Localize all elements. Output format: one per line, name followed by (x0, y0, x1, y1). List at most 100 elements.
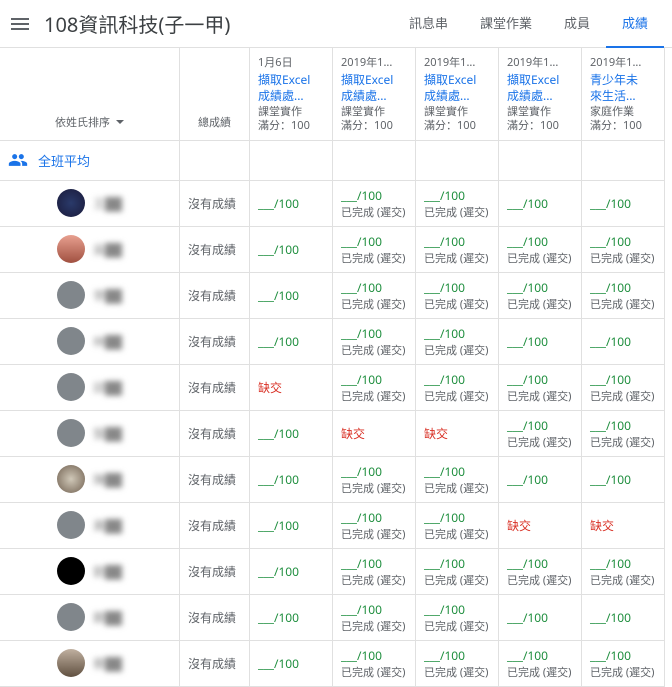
grade-cell[interactable]: ___/100已完成 (遲交) (499, 641, 582, 687)
total-grade-cell[interactable]: 沒有成績 (180, 641, 250, 687)
grade-cell[interactable]: ___/100已完成 (遲交) (333, 181, 416, 227)
tab-成績[interactable]: 成績 (606, 0, 664, 48)
grade-cell[interactable]: ___/100已完成 (遲交) (416, 227, 499, 273)
grade-cell[interactable]: ___/100 (499, 319, 582, 365)
sort-dropdown[interactable]: 依姓氏排序 (55, 114, 124, 130)
assignment-header-0[interactable]: 1月6日擷取Excel成績處...課堂實作滿分：100 (250, 48, 333, 141)
grade-cell[interactable]: ___/100已完成 (遲交) (499, 365, 582, 411)
tab-訊息串[interactable]: 訊息串 (393, 0, 464, 48)
grade-cell[interactable]: ___/100已完成 (遲交) (333, 319, 416, 365)
grade-cell[interactable]: ___/100 (250, 227, 333, 273)
total-grade-cell[interactable]: 沒有成績 (180, 411, 250, 457)
assignment-title[interactable]: 擷取Excel成績處... (424, 72, 490, 103)
student-name-cell[interactable]: 張██ (0, 411, 180, 457)
grade-cell[interactable]: ___/100已完成 (遲交) (333, 549, 416, 595)
tab-成員[interactable]: 成員 (548, 0, 606, 48)
student-name-cell[interactable]: 鄭██ (0, 595, 180, 641)
grade-cell[interactable]: ___/100已完成 (遲交) (333, 503, 416, 549)
student-name-cell[interactable]: 蔡██ (0, 641, 180, 687)
grade-cell[interactable]: ___/100已完成 (遲交) (333, 273, 416, 319)
student-name-cell[interactable]: 邱██ (0, 365, 180, 411)
grade-cell[interactable]: ___/100 (582, 181, 665, 227)
grade-cell[interactable]: ___/100 (250, 273, 333, 319)
grade-cell[interactable]: ___/100已完成 (遲交) (416, 273, 499, 319)
grade-cell[interactable]: ___/100 (250, 641, 333, 687)
grade-cell[interactable]: ___/100已完成 (遲交) (416, 181, 499, 227)
menu-icon[interactable] (8, 12, 32, 36)
student-name-cell[interactable]: 王██ (0, 181, 180, 227)
total-grade-cell[interactable]: 沒有成績 (180, 319, 250, 365)
total-grade-cell[interactable]: 沒有成績 (180, 595, 250, 641)
grade-cell[interactable]: ___/100 (250, 457, 333, 503)
student-name-cell[interactable]: 陳██ (0, 457, 180, 503)
total-grade-cell[interactable]: 沒有成績 (180, 273, 250, 319)
grade-cell[interactable]: ___/100已完成 (遲交) (499, 227, 582, 273)
class-average-cell (250, 141, 333, 181)
grade-cell[interactable]: ___/100 (250, 549, 333, 595)
assignment-max: 滿分：100 (258, 119, 324, 133)
grade-cell[interactable]: ___/100已完成 (遲交) (582, 365, 665, 411)
grade-cell[interactable]: ___/100已完成 (遲交) (416, 457, 499, 503)
assignment-header-4[interactable]: 2019年1...青少年未來生活...家庭作業滿分：100 (582, 48, 665, 141)
assignment-header-2[interactable]: 2019年1...擷取Excel成績處...課堂實作滿分：100 (416, 48, 499, 141)
grade-cell[interactable]: ___/100 (250, 181, 333, 227)
assignment-header-1[interactable]: 2019年1...擷取Excel成績處...課堂實作滿分：100 (333, 48, 416, 141)
grade-cell[interactable]: ___/100已完成 (遲交) (333, 457, 416, 503)
grade-cell[interactable]: ___/100已完成 (遲交) (416, 319, 499, 365)
grade-cell[interactable]: ___/100已完成 (遲交) (416, 595, 499, 641)
grade-cell[interactable]: ___/100已完成 (遲交) (416, 549, 499, 595)
class-average-row[interactable]: 全班平均 (0, 141, 180, 181)
grade-cell[interactable]: ___/100已完成 (遲交) (582, 549, 665, 595)
student-name-cell[interactable]: 林██ (0, 319, 180, 365)
student-name-cell[interactable]: 李██ (0, 273, 180, 319)
grade-cell[interactable]: 缺交 (582, 503, 665, 549)
grade-cell[interactable]: 缺交 (333, 411, 416, 457)
grade-cell[interactable]: ___/100已完成 (遲交) (416, 365, 499, 411)
grade-cell[interactable]: ___/100已完成 (遲交) (416, 503, 499, 549)
grade-cell[interactable]: ___/100已完成 (遲交) (333, 595, 416, 641)
grade-cell[interactable]: ___/100 (582, 595, 665, 641)
avatar (57, 419, 85, 447)
tab-課堂作業[interactable]: 課堂作業 (464, 0, 548, 48)
grade-cell[interactable]: ___/100已完成 (遲交) (416, 641, 499, 687)
total-grade-cell[interactable]: 沒有成績 (180, 503, 250, 549)
assignment-title[interactable]: 擷取Excel成績處... (258, 72, 324, 103)
grade-cell[interactable]: ___/100 (499, 181, 582, 227)
class-average-label: 全班平均 (8, 150, 171, 170)
grade-cell[interactable]: ___/100已完成 (遲交) (333, 227, 416, 273)
grade-cell[interactable]: ___/100已完成 (遲交) (499, 273, 582, 319)
grade-cell[interactable]: ___/100已完成 (遲交) (499, 411, 582, 457)
grade-cell[interactable]: ___/100 (250, 319, 333, 365)
assignment-header-3[interactable]: 2019年1...擷取Excel成績處...課堂實作滿分：100 (499, 48, 582, 141)
assignment-type: 課堂實作 (507, 105, 573, 119)
grade-cell[interactable]: ___/100 (250, 595, 333, 641)
student-name-cell[interactable]: 吳██ (0, 227, 180, 273)
total-grade-cell[interactable]: 沒有成績 (180, 181, 250, 227)
student-name: 王██ (93, 195, 122, 212)
grade-cell[interactable]: ___/100 (499, 595, 582, 641)
grade-cell[interactable]: ___/100已完成 (遲交) (582, 273, 665, 319)
grade-cell[interactable]: ___/100已完成 (遲交) (582, 641, 665, 687)
total-grade-cell[interactable]: 沒有成績 (180, 365, 250, 411)
grade-cell[interactable]: ___/100 (499, 457, 582, 503)
grade-cell[interactable]: 缺交 (416, 411, 499, 457)
total-grade-cell[interactable]: 沒有成績 (180, 227, 250, 273)
total-grade-cell[interactable]: 沒有成績 (180, 457, 250, 503)
student-name-cell[interactable]: 劉██ (0, 549, 180, 595)
grade-cell[interactable]: ___/100已完成 (遲交) (333, 641, 416, 687)
grade-cell[interactable]: ___/100已完成 (遲交) (582, 227, 665, 273)
grade-cell[interactable]: ___/100已完成 (遲交) (499, 549, 582, 595)
grade-cell[interactable]: ___/100已完成 (遲交) (333, 365, 416, 411)
assignment-title[interactable]: 擷取Excel成績處... (341, 72, 407, 103)
grade-cell[interactable]: ___/100 (582, 457, 665, 503)
assignment-title[interactable]: 青少年未來生活... (590, 72, 656, 103)
grade-cell[interactable]: ___/100 (250, 411, 333, 457)
grade-cell[interactable]: 缺交 (250, 365, 333, 411)
student-name-cell[interactable]: 黃██ (0, 503, 180, 549)
grade-cell[interactable]: ___/100已完成 (遲交) (582, 411, 665, 457)
grade-cell[interactable]: 缺交 (499, 503, 582, 549)
total-grade-cell[interactable]: 沒有成績 (180, 549, 250, 595)
grade-cell[interactable]: ___/100 (582, 319, 665, 365)
grade-cell[interactable]: ___/100 (250, 503, 333, 549)
assignment-title[interactable]: 擷取Excel成績處... (507, 72, 573, 103)
